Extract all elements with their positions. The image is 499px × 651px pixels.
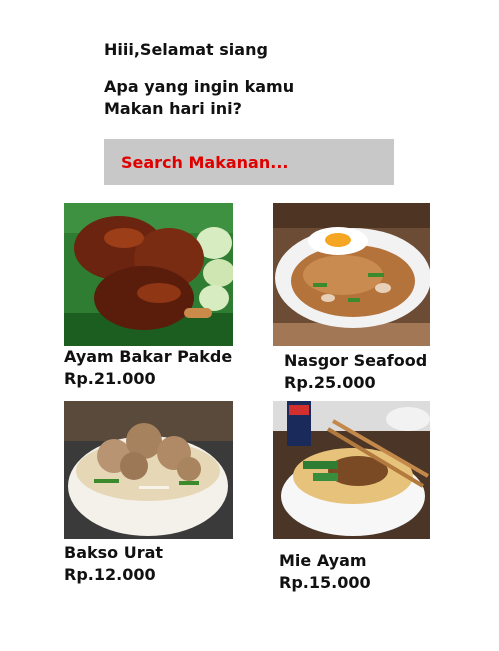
food-name-ayam-bakar: Ayam Bakar Pakde (64, 347, 233, 366)
food-name-mie-ayam: Mie Ayam (279, 551, 367, 570)
fried-rice-photo (273, 203, 430, 346)
question-line-1: Apa yang ingin kamu (104, 77, 295, 96)
food-image-mie-ayam[interactable] (273, 401, 430, 539)
search-bar[interactable] (104, 139, 394, 185)
question-line-2: Makan hari ini? (104, 99, 242, 118)
grilled-chicken-photo (64, 203, 233, 346)
meatball-soup-photo (64, 401, 233, 539)
food-price-bakso-urat: Rp.12.000 (64, 565, 156, 584)
chicken-noodle-photo (273, 401, 430, 539)
food-image-ayam-bakar[interactable] (64, 203, 233, 346)
food-image-bakso-urat[interactable] (64, 401, 233, 539)
question-text: Apa yang ingin kamu Makan hari ini? (104, 76, 294, 120)
food-image-nasgor-seafood[interactable] (273, 203, 430, 346)
greeting-text: Hiii,Selamat siang (104, 40, 268, 59)
food-price-nasgor-seafood: Rp.25.000 (284, 373, 376, 392)
food-price-ayam-bakar: Rp.21.000 (64, 369, 156, 388)
search-input[interactable] (119, 151, 394, 173)
food-price-mie-ayam: Rp.15.000 (279, 573, 371, 592)
food-name-nasgor-seafood: Nasgor Seafood (284, 351, 428, 370)
food-name-bakso-urat: Bakso Urat (64, 543, 164, 562)
